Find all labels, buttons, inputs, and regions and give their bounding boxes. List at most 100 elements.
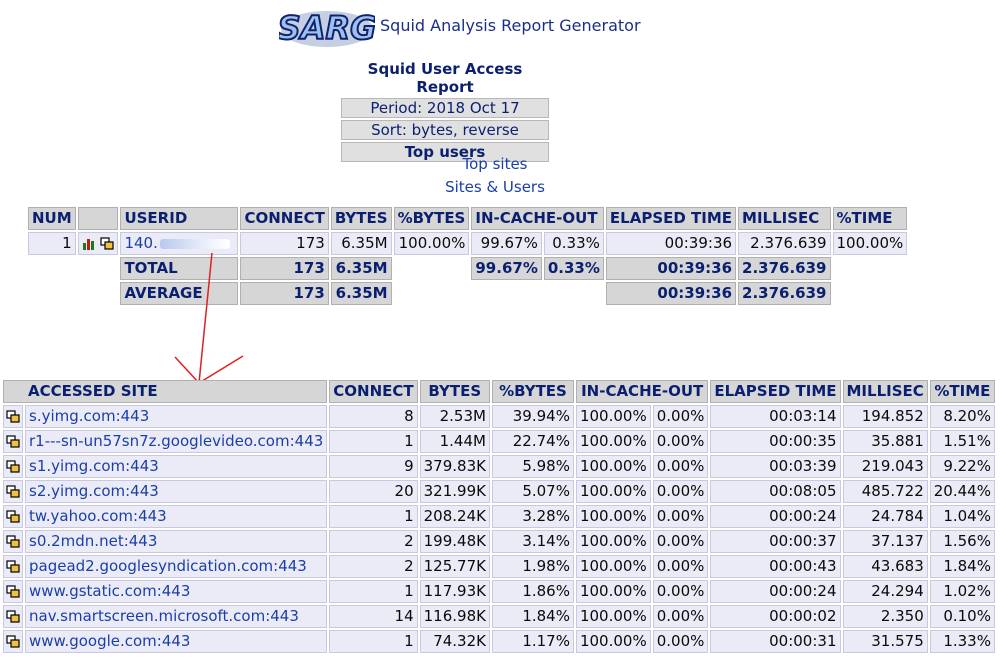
site-bytes: 125.77K <box>419 555 490 578</box>
sarg-logo: SARG <box>279 8 375 48</box>
total-connect: 173 <box>240 257 329 280</box>
col-millisec: MILLISEC <box>738 207 831 230</box>
site-millisec: 43.683 <box>842 555 928 578</box>
table-row: tw.yahoo.com:443 1 208.24K 3.28% 100.00% 0.00… <box>3 505 995 528</box>
user-id[interactable]: 140. <box>120 232 239 255</box>
site-site[interactable]: s.yimg.com:443 <box>25 405 328 428</box>
site-elapsed: 00:00:24 <box>710 505 841 528</box>
site-connect: 2 <box>329 530 418 553</box>
row-icon-cell <box>3 505 23 528</box>
total-label: TOTAL <box>120 257 239 280</box>
site-connect: 9 <box>329 455 418 478</box>
site-pct-time: 1.02% <box>929 580 995 603</box>
site-pct-time: 1.56% <box>929 530 995 553</box>
average-bytes: 6.35M <box>330 282 392 305</box>
site-bytes: 116.98K <box>419 605 490 628</box>
site-site[interactable]: pagead2.googlesyndication.com:443 <box>25 555 328 578</box>
redacted-mask <box>159 238 230 249</box>
table-row: 1 140. 173 6.35M 100.00% 99.67% 0.33% 00… <box>28 232 908 255</box>
col-pct-bytes: %BYTES <box>393 207 470 230</box>
sites-users-icon[interactable] <box>6 510 20 523</box>
sites-users-icon[interactable] <box>6 635 20 648</box>
site-millisec: 24.784 <box>842 505 928 528</box>
table-header-row: ACCESSED SITE CONNECT BYTES %BYTES IN-CA… <box>3 380 995 403</box>
user-icons <box>77 232 119 255</box>
col-accessed-site: ACCESSED SITE <box>3 380 328 403</box>
row-icon-cell <box>3 555 23 578</box>
col-elapsed: ELAPSED TIME <box>605 207 737 230</box>
site-pct-bytes: 1.86% <box>491 580 574 603</box>
site-pct-time: 1.84% <box>929 555 995 578</box>
site-in-cache: 100.00% <box>575 455 651 478</box>
site-elapsed: 00:00:02 <box>710 605 841 628</box>
site-out-cache: 0.00% <box>652 480 709 503</box>
site-site[interactable]: s2.yimg.com:443 <box>25 480 328 503</box>
sites-users-icon[interactable] <box>6 535 20 548</box>
sites-users-icon[interactable] <box>100 237 115 250</box>
sites-users-link[interactable]: Sites & Users <box>300 178 690 196</box>
col-connect: CONNECT <box>240 207 329 230</box>
sites-users-icon[interactable] <box>6 435 20 448</box>
site-connect: 1 <box>329 430 418 453</box>
site-in-cache: 100.00% <box>575 430 651 453</box>
site-in-cache: 100.00% <box>575 630 651 653</box>
user-pct-time: 100.00% <box>832 232 908 255</box>
col-pct-bytes: %BYTES <box>491 380 574 403</box>
site-site[interactable]: s0.2mdn.net:443 <box>25 530 328 553</box>
table-row: www.google.com:443 1 74.32K 1.17% 100.00% 0.0… <box>3 630 995 653</box>
table-row: pagead2.googlesyndication.com:443 2 125.77… <box>3 555 995 578</box>
site-site[interactable]: www.gstatic.com:443 <box>25 580 328 603</box>
site-out-cache: 0.00% <box>652 530 709 553</box>
site-connect: 2 <box>329 555 418 578</box>
top-users-table: NUM USERID CONNECT BYTES %BYTES IN-CACHE… <box>26 205 909 307</box>
user-pct-bytes: 100.00% <box>393 232 470 255</box>
site-in-cache: 100.00% <box>575 505 651 528</box>
row-icon-cell <box>3 480 23 503</box>
report-period: Period: 2018 Oct 17 <box>341 98 549 118</box>
site-connect: 20 <box>329 480 418 503</box>
sites-users-icon[interactable] <box>6 410 20 423</box>
site-bytes: 1.44M <box>419 430 490 453</box>
site-bytes: 117.93K <box>419 580 490 603</box>
sites-users-icon[interactable] <box>6 560 20 573</box>
total-out-cache: 0.33% <box>543 257 604 280</box>
report-title: Squid User Access Report <box>367 60 523 96</box>
site-out-cache: 0.00% <box>652 455 709 478</box>
site-bytes: 208.24K <box>419 505 490 528</box>
graph-icon[interactable] <box>82 238 96 250</box>
total-bytes: 6.35M <box>330 257 392 280</box>
sites-users-icon[interactable] <box>6 460 20 473</box>
average-label: AVERAGE <box>120 282 239 305</box>
site-millisec: 24.294 <box>842 580 928 603</box>
sites-users-icon[interactable] <box>6 485 20 498</box>
site-site[interactable]: nav.smartscreen.microsoft.com:443 <box>25 605 328 628</box>
site-site[interactable]: www.google.com:443 <box>25 630 328 653</box>
site-pct-bytes: 5.07% <box>491 480 574 503</box>
total-row: TOTAL 173 6.35M 99.67% 0.33% 00:39:36 2.… <box>28 257 907 280</box>
report-title-box: Squid User Access Report Period: 2018 Oc… <box>341 58 549 164</box>
table-row: s1.yimg.com:443 9 379.83K 5.98% 100.00% 0.00%… <box>3 455 995 478</box>
site-pct-time: 0.10% <box>929 605 995 628</box>
row-icon-cell <box>3 455 23 478</box>
site-out-cache: 0.00% <box>652 555 709 578</box>
user-num: 1 <box>28 232 76 255</box>
site-site[interactable]: tw.yahoo.com:443 <box>25 505 328 528</box>
sites-users-icon[interactable] <box>6 585 20 598</box>
top-sites-link[interactable]: Top sites <box>300 155 690 173</box>
col-millisec: MILLISEC <box>842 380 928 403</box>
table-row: www.gstatic.com:443 1 117.93K 1.86% 100.00% 0… <box>3 580 995 603</box>
table-row: s.yimg.com:443 8 2.53M 39.94% 100.00% 0.00% 00… <box>3 405 995 428</box>
site-pct-time: 8.20% <box>929 405 995 428</box>
col-icons <box>77 207 119 230</box>
site-elapsed: 00:00:43 <box>710 555 841 578</box>
col-in-cache-out: IN-CACHE-OUT <box>471 207 604 230</box>
site-site[interactable]: s1.yimg.com:443 <box>25 455 328 478</box>
site-connect: 1 <box>329 505 418 528</box>
logo-text: SARG <box>279 9 375 47</box>
site-out-cache: 0.00% <box>652 505 709 528</box>
sites-users-icon[interactable] <box>6 610 20 623</box>
site-site[interactable]: r1---sn-un57sn7z.googlevideo.com:443 <box>25 430 328 453</box>
sites-body: s.yimg.com:443 8 2.53M 39.94% 100.00% 0.00% 00… <box>3 405 995 653</box>
site-millisec: 2.350 <box>842 605 928 628</box>
site-bytes: 74.32K <box>419 630 490 653</box>
